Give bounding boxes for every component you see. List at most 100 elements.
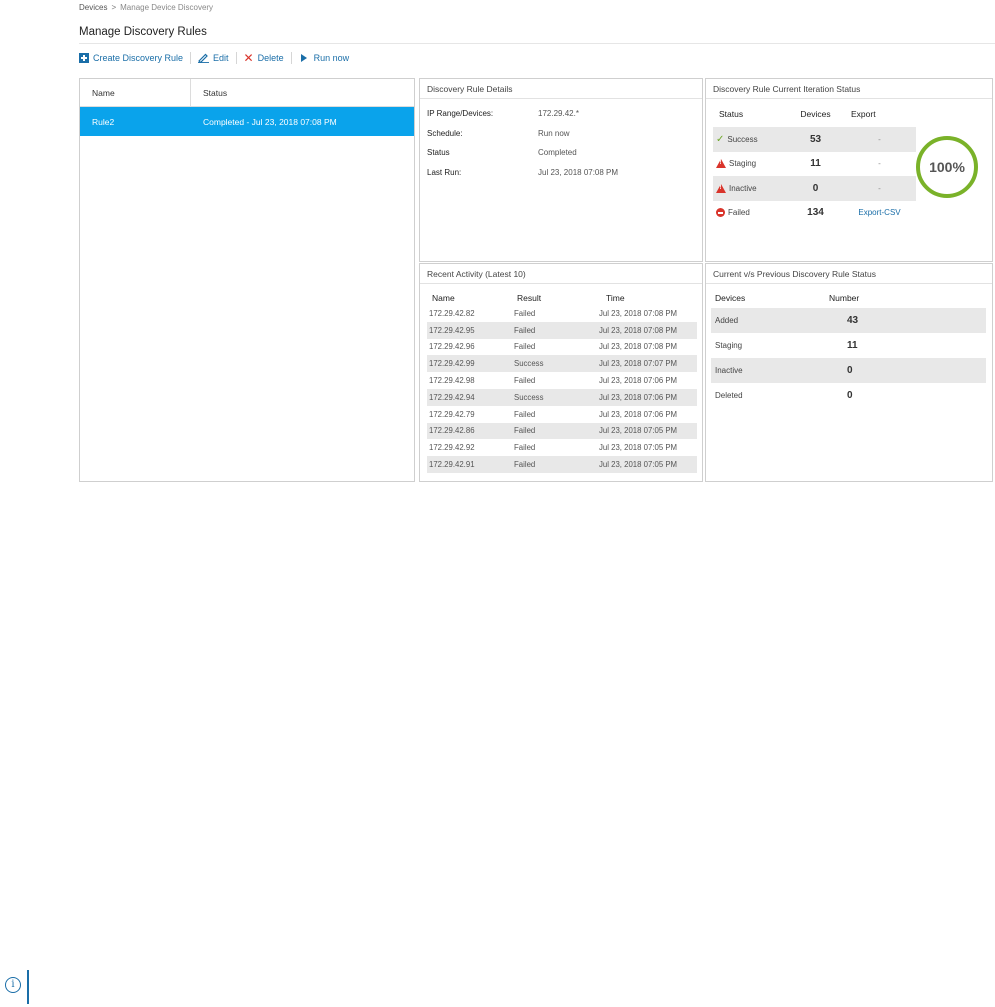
rules-table: Name Status Rule2 Completed - Jul 23, 20… <box>79 78 415 482</box>
activity-time: Jul 23, 2018 07:06 PM <box>599 376 678 386</box>
table-row: 172.29.42.79 Failed Jul 23, 2018 07:06 PM <box>427 406 697 423</box>
table-row: 172.29.42.94 Success Jul 23, 2018 07:06 PM <box>427 388 697 406</box>
table-row: Staging 11 - <box>713 152 916 177</box>
progress-ring: 100% <box>916 136 978 198</box>
activity-result: Success <box>514 392 544 402</box>
rules-table-header: Name Status <box>80 78 414 107</box>
detail-label: IP Range/Devices: <box>427 109 494 118</box>
panel-title: Discovery Rule Details <box>420 79 702 99</box>
device-state-count: 43 <box>847 315 859 326</box>
activity-name: 172.29.42.82 <box>429 308 475 318</box>
device-count: 53 <box>809 133 822 145</box>
export-value: - <box>878 159 881 169</box>
activity-name: 172.29.42.95 <box>429 325 475 335</box>
note-bar <box>27 970 29 1004</box>
column-header-name: Name <box>432 293 455 303</box>
status-label: Success <box>727 134 758 144</box>
toolbar-divider <box>235 52 237 64</box>
compare-status-panel: Current v/s Previous Discovery Rule Stat… <box>705 263 993 482</box>
panel-title: Recent Activity (Latest 10) <box>420 264 702 284</box>
create-discovery-rule-button[interactable]: Create Discovery Rule <box>79 53 183 63</box>
column-header-devices: Devices <box>800 109 831 119</box>
discovery-rule-details-panel: Discovery Rule Details IP Range/Devices:… <box>419 78 703 262</box>
device-state-label: Staging <box>715 341 743 350</box>
close-icon: ✕ <box>243 51 254 65</box>
breadcrumb-current: Manage Device Discovery <box>120 3 214 12</box>
column-header-export: Export <box>851 109 876 119</box>
detail-row: Status Completed <box>427 148 695 168</box>
table-row[interactable]: Rule2 Completed - Jul 23, 2018 07:08 PM <box>80 107 414 136</box>
activity-name: 172.29.42.98 <box>429 376 475 386</box>
column-header-status: Status <box>719 109 744 119</box>
table-row: 172.29.42.98 Failed Jul 23, 2018 07:06 PM <box>427 372 697 389</box>
activity-result: Failed <box>514 342 536 352</box>
run-now-button[interactable]: Run now <box>299 53 349 63</box>
toolbar: Create Discovery Rule Edit ✕ Delete Run … <box>79 51 349 65</box>
detail-value: Jul 23, 2018 07:08 PM <box>538 167 619 177</box>
activity-time: Jul 23, 2018 07:05 PM <box>599 460 678 470</box>
activity-time: Jul 23, 2018 07:08 PM <box>599 308 678 318</box>
activity-time: Jul 23, 2018 07:08 PM <box>599 325 678 335</box>
activity-result: Success <box>514 359 544 369</box>
table-row: 172.29.42.95 Failed Jul 23, 2018 07:08 PM <box>427 321 697 339</box>
table-row: 172.29.42.92 Failed Jul 23, 2018 07:05 PM <box>427 439 697 456</box>
activity-result: Failed <box>514 308 536 318</box>
table-row: 172.29.42.86 Failed Jul 23, 2018 07:05 PM <box>427 422 697 440</box>
warning-icon <box>716 183 726 193</box>
iteration-table-header: Status Devices Export <box>706 99 992 127</box>
table-row: Failed 134 Export-CSV <box>713 201 916 226</box>
table-row: ✓ Success 53 - <box>713 127 916 152</box>
panel-title: Discovery Rule Current Iteration Status <box>706 79 992 99</box>
table-row: 172.29.42.82 Failed Jul 23, 2018 07:08 PM <box>427 305 697 322</box>
activity-result: Failed <box>514 376 536 386</box>
page-title: Manage Discovery Rules <box>79 26 207 38</box>
column-header-devices: Devices <box>715 293 746 303</box>
activity-result: Failed <box>514 426 536 436</box>
column-header-time: Time <box>606 293 625 303</box>
detail-row: Schedule: Run now <box>427 129 695 149</box>
breadcrumb: Devices > Manage Device Discovery <box>79 3 213 12</box>
column-header-status[interactable]: Status <box>191 88 227 98</box>
device-count: 11 <box>810 158 821 170</box>
recent-activity-panel: Recent Activity (Latest 10) Name Result … <box>419 263 703 482</box>
rule-name: Rule2 <box>92 116 115 127</box>
status-label: Inactive <box>729 183 757 193</box>
activity-name: 172.29.42.94 <box>429 392 475 402</box>
progress-label: 100% <box>929 159 965 175</box>
column-header-name[interactable]: Name <box>80 78 191 107</box>
activity-name: 172.29.42.92 <box>429 443 475 453</box>
breadcrumb-devices-link[interactable]: Devices <box>79 3 107 12</box>
device-state-count: 11 <box>847 340 858 351</box>
detail-row: Last Run: Jul 23, 2018 07:08 PM <box>427 168 695 188</box>
export-csv-link[interactable]: Export-CSV <box>843 208 916 217</box>
iteration-status-panel: Discovery Rule Current Iteration Status … <box>705 78 993 262</box>
detail-value: Run now <box>538 128 570 138</box>
toolbar-divider <box>190 52 192 64</box>
device-state-count: 0 <box>847 390 853 401</box>
activity-name: 172.29.42.86 <box>429 426 475 436</box>
detail-row: IP Range/Devices: 172.29.42.* <box>427 109 695 129</box>
column-header-result: Result <box>517 293 542 303</box>
delete-button[interactable]: ✕ Delete <box>243 51 284 65</box>
table-row: 172.29.42.96 Failed Jul 23, 2018 07:08 PM <box>427 339 697 356</box>
device-state-label: Inactive <box>715 366 743 375</box>
activity-name: 172.29.42.96 <box>429 342 475 352</box>
table-row: 172.29.42.99 Success Jul 23, 2018 07:07 PM <box>427 355 697 373</box>
delete-label: Delete <box>257 53 284 63</box>
breadcrumb-separator: > <box>111 3 117 12</box>
pencil-icon <box>198 53 210 63</box>
detail-value: 172.29.42.* <box>538 109 579 118</box>
stop-icon <box>716 208 725 218</box>
activity-result: Failed <box>514 325 536 335</box>
edit-button[interactable]: Edit <box>198 53 229 63</box>
detail-label: Status <box>427 148 450 157</box>
activity-time: Jul 23, 2018 07:05 PM <box>599 426 678 436</box>
info-icon: i <box>5 977 21 993</box>
activity-name: 172.29.42.99 <box>429 359 475 369</box>
warning-icon <box>716 159 726 169</box>
play-icon <box>300 54 307 62</box>
activity-time: Jul 23, 2018 07:08 PM <box>599 342 678 352</box>
table-row: Inactive 0 <box>711 358 986 383</box>
table-row: Staging 11 <box>711 333 986 358</box>
edit-label: Edit <box>213 53 229 63</box>
